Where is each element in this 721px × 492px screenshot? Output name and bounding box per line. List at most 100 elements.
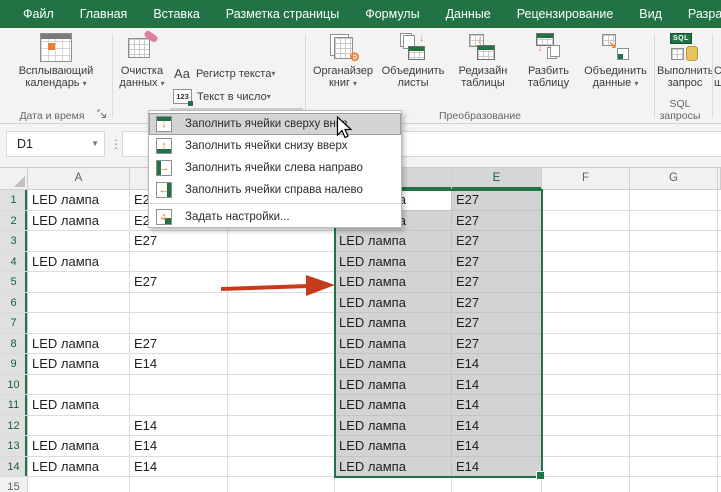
cell-E10[interactable]: E14: [452, 375, 542, 396]
row-header-13[interactable]: 13: [0, 436, 28, 457]
cell-A12[interactable]: [28, 416, 130, 437]
cell-E3[interactable]: E27: [452, 231, 542, 252]
cell-C12[interactable]: [228, 416, 335, 437]
tab-2[interactable]: Главная: [67, 0, 141, 28]
cell-G9[interactable]: [630, 354, 718, 375]
column-header-G[interactable]: G: [630, 168, 718, 190]
cell-D10[interactable]: LED лампа: [335, 375, 452, 396]
cell-B9[interactable]: E14: [130, 354, 228, 375]
menu-item-fill-right[interactable]: →Заполнить ячейки слева направо: [149, 157, 401, 179]
cell-E5[interactable]: E27: [452, 272, 542, 293]
cell-A8[interactable]: LED лампа: [28, 334, 130, 355]
row-header-15[interactable]: 15: [0, 477, 28, 492]
text-to-number-button[interactable]: 123 Текст в число▾: [170, 85, 303, 108]
cell-E8[interactable]: E27: [452, 334, 542, 355]
ribbon-button-merge-data[interactable]: ↘Объединитьданные ▾: [579, 32, 652, 90]
cell-F14[interactable]: [542, 457, 630, 478]
cell-C4[interactable]: [228, 252, 335, 273]
dialog-launcher-icon[interactable]: [97, 109, 108, 120]
cell-E12[interactable]: E14: [452, 416, 542, 437]
tab-8[interactable]: Вид: [626, 0, 675, 28]
cell-A14[interactable]: LED лампа: [28, 457, 130, 478]
row-header-8[interactable]: 8: [0, 334, 28, 355]
cell-C14[interactable]: [228, 457, 335, 478]
cell-A5[interactable]: [28, 272, 130, 293]
row-header-2[interactable]: 2: [0, 211, 28, 232]
cell-G15[interactable]: [630, 477, 718, 492]
clean-data-button[interactable]: Очисткаданных ▾: [115, 32, 169, 90]
cell-G13[interactable]: [630, 436, 718, 457]
name-box-splitter[interactable]: ⋮: [110, 131, 122, 157]
row-header-12[interactable]: 12: [0, 416, 28, 437]
cell-C11[interactable]: [228, 395, 335, 416]
cell-E14[interactable]: E14: [452, 457, 542, 478]
cell-D13[interactable]: LED лампа: [335, 436, 452, 457]
cell-F3[interactable]: [542, 231, 630, 252]
tab-3[interactable]: Вставка: [140, 0, 212, 28]
cell-A7[interactable]: [28, 313, 130, 334]
cell-B12[interactable]: E14: [130, 416, 228, 437]
cell-F12[interactable]: [542, 416, 630, 437]
cell-A11[interactable]: LED лампа: [28, 395, 130, 416]
cell-G7[interactable]: [630, 313, 718, 334]
cell-B11[interactable]: [130, 395, 228, 416]
column-header-A[interactable]: A: [28, 168, 130, 190]
row-header-1[interactable]: 1: [0, 190, 28, 211]
tab-6[interactable]: Данные: [433, 0, 504, 28]
cell-A13[interactable]: LED лампа: [28, 436, 130, 457]
cell-A10[interactable]: [28, 375, 130, 396]
menu-item-fill-down[interactable]: ↓Заполнить ячейки сверху вниз: [149, 113, 401, 135]
cell-D14[interactable]: LED лампа: [335, 457, 452, 478]
cell-G10[interactable]: [630, 375, 718, 396]
cell-E11[interactable]: E14: [452, 395, 542, 416]
cell-F11[interactable]: [542, 395, 630, 416]
cell-C13[interactable]: [228, 436, 335, 457]
cell-D7[interactable]: LED лампа: [335, 313, 452, 334]
select-all-corner[interactable]: [0, 168, 28, 190]
row-header-7[interactable]: 7: [0, 313, 28, 334]
ribbon-button-merge-sheets[interactable]: ↓Объединитьлисты: [378, 32, 448, 89]
cell-E4[interactable]: E27: [452, 252, 542, 273]
tab-9[interactable]: Разработч: [675, 0, 721, 28]
cell-A6[interactable]: [28, 293, 130, 314]
cell-A4[interactable]: LED лампа: [28, 252, 130, 273]
cell-B14[interactable]: E14: [130, 457, 228, 478]
cell-G8[interactable]: [630, 334, 718, 355]
cell-G12[interactable]: [630, 416, 718, 437]
cell-B10[interactable]: [130, 375, 228, 396]
cell-A15[interactable]: [28, 477, 130, 492]
row-header-3[interactable]: 3: [0, 231, 28, 252]
row-header-6[interactable]: 6: [0, 293, 28, 314]
cell-C9[interactable]: [228, 354, 335, 375]
cell-F8[interactable]: [542, 334, 630, 355]
cell-D11[interactable]: LED лампа: [335, 395, 452, 416]
row-header-4[interactable]: 4: [0, 252, 28, 273]
cell-B5[interactable]: E27: [130, 272, 228, 293]
cell-A1[interactable]: LED лампа: [28, 190, 130, 211]
clipped-ribbon-button[interactable]: Счш: [714, 32, 721, 89]
row-header-9[interactable]: 9: [0, 354, 28, 375]
ribbon-button-organizer[interactable]: ⚙Органайзеркниг ▾: [308, 32, 378, 90]
cell-E1[interactable]: E27: [452, 190, 542, 211]
cell-F7[interactable]: [542, 313, 630, 334]
cell-G2[interactable]: [630, 211, 718, 232]
popup-calendar-button[interactable]: Всплывающийкалендарь ▾: [4, 32, 108, 90]
cell-G14[interactable]: [630, 457, 718, 478]
cell-D6[interactable]: LED лампа: [335, 293, 452, 314]
cell-C8[interactable]: [228, 334, 335, 355]
cell-G11[interactable]: [630, 395, 718, 416]
cell-A3[interactable]: [28, 231, 130, 252]
cell-G3[interactable]: [630, 231, 718, 252]
cell-D4[interactable]: LED лампа: [335, 252, 452, 273]
cell-E13[interactable]: E14: [452, 436, 542, 457]
cell-C7[interactable]: [228, 313, 335, 334]
cell-D9[interactable]: LED лампа: [335, 354, 452, 375]
ribbon-button-split[interactable]: ↓Разбитьтаблицу: [518, 32, 579, 89]
cell-B15[interactable]: [130, 477, 228, 492]
cell-B7[interactable]: [130, 313, 228, 334]
ribbon-button-redesign[interactable]: ↓Редизайнтаблицы: [448, 32, 518, 89]
cell-F15[interactable]: [542, 477, 630, 492]
cell-B13[interactable]: E14: [130, 436, 228, 457]
tab-7[interactable]: Рецензирование: [504, 0, 627, 28]
cell-C10[interactable]: [228, 375, 335, 396]
